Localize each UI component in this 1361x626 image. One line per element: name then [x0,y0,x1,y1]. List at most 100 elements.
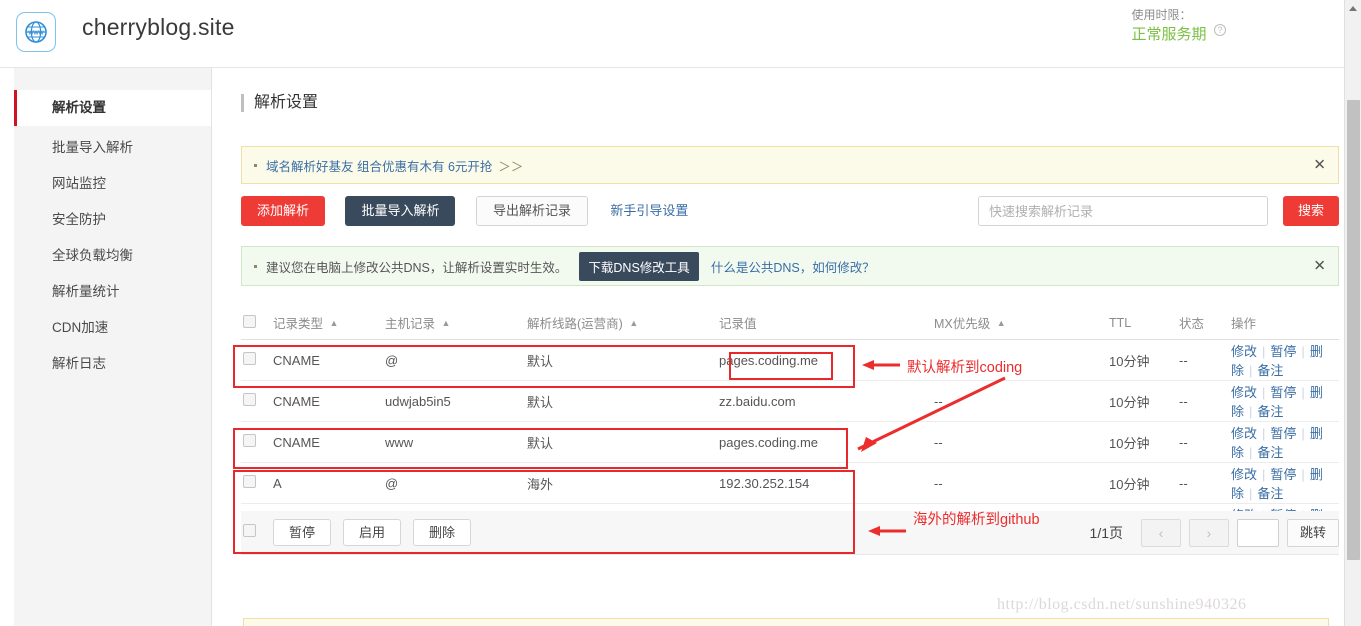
note-link[interactable]: 备注 [1257,404,1283,419]
column-header-type-label: 记录类型 [273,317,324,331]
footer-select-all-checkbox[interactable] [243,523,256,537]
sidebar-item-resolve-log[interactable]: 解析日志 [14,346,211,382]
promo-suffix: ＞＞ [498,159,524,174]
cell-mx: -- [934,434,943,450]
search-input[interactable] [978,196,1268,226]
cell-value: pages.coding.me [719,352,819,368]
dns-help-link[interactable]: 什么是公共DNS，如何修改？ [711,257,875,276]
cell-operations: 修改|暂停|删除|备注 [1231,464,1339,502]
table-row[interactable]: A @ 海外 192.30.252.154 -- 10分钟 -- 修改 | 暂停 | 删… [241,463,1339,504]
cell-type: CNAME [273,434,320,450]
dns-notice: 建议您在电脑上修改公共DNS，让解析设置实时生效。 下载DNS修改工具 什么是公… [241,246,1339,286]
row-checkbox[interactable] [243,352,256,365]
select-all-checkbox[interactable] [243,314,256,328]
batch-delete-button[interactable]: 删除 [413,519,472,546]
site-title: cherryblog.site [82,14,235,40]
note-link[interactable]: 备注 [1257,445,1283,460]
row-checkbox[interactable] [243,393,256,406]
usage-status: 使用时限： 正常服务期 ? [1132,6,1226,46]
cell-ttl: 10分钟 [1109,476,1150,492]
sidebar-item-cdn[interactable]: CDN加速 [14,310,211,346]
edit-link[interactable]: 修改 [1231,426,1257,441]
cell-host: udwjab5in5 [385,393,451,409]
column-header-line[interactable]: 解析线路(运营商) ▲ [527,313,719,332]
sort-asc-icon[interactable]: ▲ [997,318,1006,328]
column-header-host[interactable]: 主机记录 ▲ [385,313,527,332]
separator: | [1262,467,1266,482]
download-dns-tool-button[interactable]: 下载DNS修改工具 [579,251,699,281]
table-toolbar: 添加解析 批量导入解析 导出解析记录 新手引导设置 搜索 [241,196,1339,228]
batch-enable-button[interactable]: 启用 [343,519,402,546]
sidebar-item-security[interactable]: 安全防护 [14,202,211,238]
row-checkbox-cell [241,393,273,409]
separator: | [1301,426,1305,441]
cell-operations: 修改|暂停|删除|备注 [1231,382,1339,420]
search-button[interactable]: 搜索 [1283,196,1339,226]
table-row[interactable]: CNAME www 默认 pages.coding.me -- 10分钟 -- … [241,422,1339,463]
column-header-type[interactable]: 记录类型 ▲ [273,313,385,332]
edit-link[interactable]: 修改 [1231,385,1257,400]
table-footer-toolbar: 暂停 启用 删除 1/1页 ‹ › 跳转 [241,511,1339,555]
sort-asc-icon[interactable]: ▲ [629,318,638,328]
cell-host: @ [385,352,399,368]
cell-line: 海外 [527,476,554,492]
edit-link[interactable]: 修改 [1231,467,1257,482]
close-icon[interactable]: ✕ [1313,158,1326,173]
pause-link[interactable]: 暂停 [1270,344,1296,359]
page-number-input[interactable] [1237,519,1279,547]
cell-line: 默认 [527,435,554,451]
scrollbar-up-arrow-icon[interactable] [1345,0,1361,17]
edit-link[interactable]: 修改 [1231,344,1257,359]
pause-link[interactable]: 暂停 [1270,467,1296,482]
pause-link[interactable]: 暂停 [1270,426,1296,441]
row-checkbox-cell [241,352,273,368]
cell-type: CNAME [273,393,320,409]
batch-import-button[interactable]: 批量导入解析 [345,196,456,226]
pause-link[interactable]: 暂停 [1270,385,1296,400]
close-icon[interactable]: ✕ [1313,259,1326,274]
note-link[interactable]: 备注 [1257,486,1283,501]
separator: | [1301,344,1305,359]
column-header-host-label: 主机记录 [385,317,436,331]
cell-operations: 修改|暂停|删除|备注 [1231,423,1339,461]
usage-value: 正常服务期 [1131,26,1207,43]
cell-ttl: 10分钟 [1109,353,1150,369]
column-header-value: 记录值 [719,317,757,331]
browser-scrollbar[interactable] [1344,0,1361,626]
cell-status: -- [1179,393,1188,409]
jump-page-button[interactable]: 跳转 [1287,519,1339,547]
cell-status: -- [1179,475,1188,491]
add-record-button[interactable]: 添加解析 [241,196,326,226]
row-checkbox[interactable] [243,475,256,488]
cell-ttl: 10分钟 [1109,435,1150,451]
watermark: http://blog.csdn.net/sunshine940326 [997,596,1247,613]
batch-pause-button[interactable]: 暂停 [273,519,332,546]
column-header-mx[interactable]: MX优先级 ▲ [934,313,1109,332]
next-page-button[interactable]: › [1189,519,1229,547]
note-link[interactable]: 备注 [1257,363,1283,378]
sidebar-item-resolve-settings[interactable]: 解析设置 [14,90,211,126]
export-records-button[interactable]: 导出解析记录 [475,196,588,226]
scrollbar-thumb[interactable] [1347,100,1360,560]
sort-asc-icon[interactable]: ▲ [442,318,451,328]
dns-records-table: 记录类型 ▲ 主机记录 ▲ 解析线路(运营商) ▲ 记录值 MX优先级 ▲ TT… [241,306,1339,545]
prev-page-button[interactable]: ‹ [1141,519,1181,547]
sidebar-item-batch-import[interactable]: 批量导入解析 [14,130,211,166]
sort-asc-icon[interactable]: ▲ [330,318,339,328]
promo-link[interactable]: 域名解析好基友 组合优惠有木有 6元开抢 [266,156,492,175]
help-icon[interactable]: ? [1214,24,1226,36]
sidebar-item-site-monitor[interactable]: 网站监控 [14,166,211,202]
table-row[interactable]: CNAME udwjab5in5 默认 zz.baidu.com -- 10分钟… [241,381,1339,422]
cell-status: -- [1179,352,1188,368]
sidebar-item-global-load-balance[interactable]: 全球负载均衡 [14,238,211,274]
select-all-checkbox-cell [241,314,273,331]
promo-notice: 域名解析好基友 组合优惠有木有 6元开抢 ＞＞ ✕ [241,146,1339,184]
bullet-icon [254,163,257,167]
row-checkbox[interactable] [243,434,256,447]
main-content: 解析设置 域名解析好基友 组合优惠有木有 6元开抢 ＞＞ ✕ 添加解析 批量导入… [212,68,1344,626]
sidebar-item-resolve-stats[interactable]: 解析量统计 [14,274,211,310]
table-row[interactable]: CNAME @ 默认 pages.coding.me 10分钟 -- 修改 | 暂停… [241,340,1339,381]
column-header-mx-label: MX优先级 [934,317,991,331]
cell-mx: -- [934,475,943,491]
beginner-guide-link[interactable]: 新手引导设置 [610,196,688,226]
